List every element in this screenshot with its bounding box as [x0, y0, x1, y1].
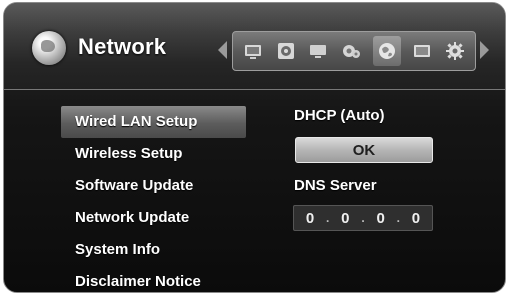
dns-server-field[interactable]: 0 . 0 . 0 . 0 — [293, 205, 433, 231]
header-bar: Network — [4, 3, 505, 90]
dns-octet-4[interactable]: 0 — [412, 210, 420, 227]
menu-item-wireless-setup[interactable]: Wireless Setup — [61, 138, 246, 170]
dns-separator: . — [326, 211, 330, 225]
picture-icon[interactable] — [411, 40, 433, 62]
tv-icon[interactable] — [242, 40, 264, 62]
gear-icon[interactable] — [444, 40, 466, 62]
arrow-left-icon[interactable] — [218, 41, 227, 59]
menu-item-disclaimer-notice[interactable]: Disclaimer Notice — [61, 266, 246, 292]
category-icon-bar — [232, 31, 476, 71]
menu-item-software-update[interactable]: Software Update — [61, 170, 246, 202]
dns-octet-1[interactable]: 0 — [306, 210, 314, 227]
tv-screen: Network Wired LAN Setup Wireless Setup S… — [3, 2, 506, 293]
page-title: Network — [78, 34, 167, 59]
dns-server-label: DNS Server — [294, 177, 377, 194]
dns-octet-3[interactable]: 0 — [376, 210, 384, 227]
menu-item-network-update[interactable]: Network Update — [61, 202, 246, 234]
dns-separator: . — [361, 211, 365, 225]
dhcp-label: DHCP (Auto) — [294, 107, 385, 124]
settings-gear-icon[interactable] — [340, 40, 362, 62]
menu-item-wired-lan-setup[interactable]: Wired LAN Setup — [61, 106, 246, 138]
menu-item-system-info[interactable]: System Info — [61, 234, 246, 266]
display-icon[interactable] — [307, 40, 329, 62]
dns-separator: . — [396, 211, 400, 225]
arrow-right-icon[interactable] — [480, 41, 489, 59]
disc-icon[interactable] — [275, 40, 297, 62]
settings-menu: Wired LAN Setup Wireless Setup Software … — [61, 106, 246, 292]
dns-octet-2[interactable]: 0 — [341, 210, 349, 227]
network-globe-icon — [32, 31, 66, 65]
ok-button[interactable]: OK — [295, 137, 433, 163]
network-globe-icon-selected[interactable] — [372, 36, 401, 66]
